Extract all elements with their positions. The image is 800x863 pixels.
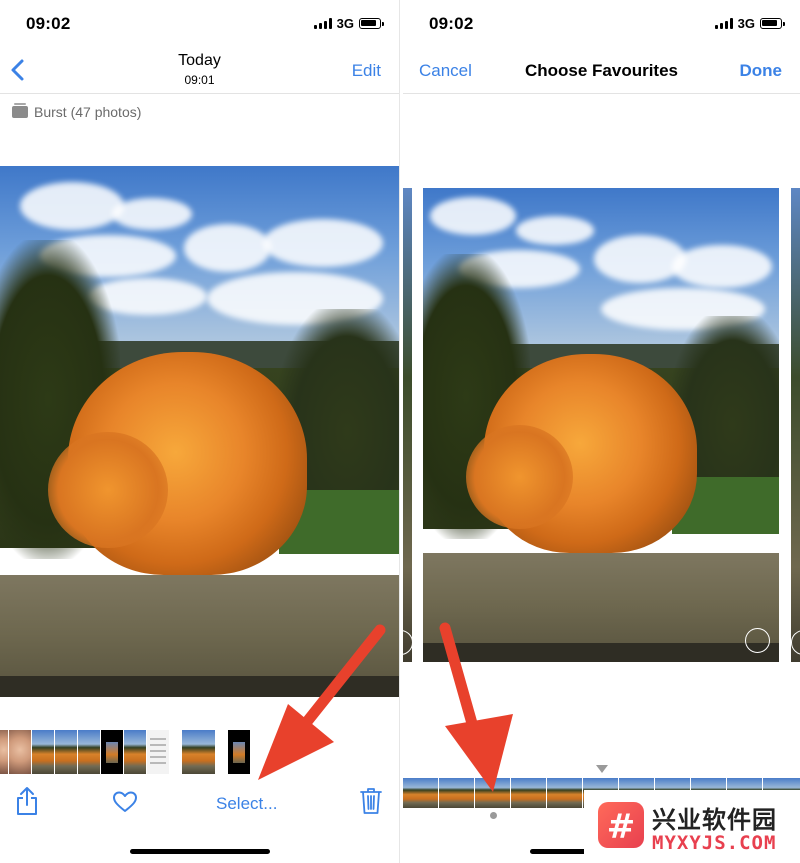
filmstrip-thumb[interactable] bbox=[439, 778, 474, 808]
filmstrip-thumb[interactable] bbox=[0, 730, 8, 774]
done-button[interactable]: Done bbox=[740, 61, 783, 81]
heart-icon[interactable] bbox=[112, 791, 138, 813]
nav-title: Today bbox=[178, 52, 221, 69]
watermark-logo: 兴业软件园 MYXYJS.COM bbox=[584, 790, 800, 863]
edit-button[interactable]: Edit bbox=[352, 61, 381, 81]
battery-icon bbox=[760, 18, 785, 29]
next-photo-edge[interactable] bbox=[791, 188, 800, 662]
photo-nav-bar: Today 09:01 Edit bbox=[0, 46, 399, 94]
signal-icon bbox=[714, 18, 733, 29]
burst-photo[interactable] bbox=[423, 188, 779, 662]
filmstrip-thumb[interactable] bbox=[547, 778, 582, 808]
choose-favourites-nav-bar: Cancel Choose Favourites Done bbox=[403, 46, 800, 94]
network-type: 3G bbox=[737, 16, 755, 31]
filmstrip-thumb[interactable] bbox=[32, 730, 54, 774]
filmstrip-thumb[interactable] bbox=[511, 778, 546, 808]
filmstrip-thumb[interactable] bbox=[124, 730, 146, 774]
watermark-icon bbox=[598, 802, 644, 848]
home-indicator bbox=[130, 849, 270, 854]
burst-filmstrip[interactable] bbox=[0, 730, 399, 774]
selection-dot bbox=[490, 812, 497, 819]
filmstrip-thumb[interactable] bbox=[78, 730, 100, 774]
burst-count-label: Burst (47 photos) bbox=[34, 104, 142, 120]
left-screen: 09:02 3G Today 09:01 Edit Burst (47 phot… bbox=[0, 0, 399, 863]
status-indicators: 3G bbox=[714, 16, 785, 31]
select-button[interactable]: Select... bbox=[216, 794, 277, 814]
main-photo[interactable] bbox=[0, 166, 399, 697]
right-screen: 09:02 3G Cancel Choose Favourites Done bbox=[403, 0, 800, 863]
previous-photo-edge[interactable] bbox=[403, 188, 412, 662]
status-time: 09:02 bbox=[429, 14, 474, 33]
filmstrip-thumb-current[interactable] bbox=[182, 730, 215, 774]
filmstrip-thumb[interactable] bbox=[403, 778, 438, 808]
watermark-url: MYXYJS.COM bbox=[652, 832, 777, 854]
filmstrip-thumb[interactable] bbox=[101, 730, 123, 774]
trash-icon[interactable] bbox=[360, 787, 382, 815]
filmstrip-thumb[interactable] bbox=[9, 730, 31, 774]
nav-subtitle: 09:01 bbox=[184, 73, 215, 87]
bottom-toolbar: Select... bbox=[0, 783, 399, 823]
filmstrip-thumb[interactable] bbox=[55, 730, 77, 774]
network-type: 3G bbox=[336, 16, 354, 31]
select-circle[interactable] bbox=[745, 628, 770, 653]
status-indicators: 3G bbox=[313, 16, 384, 31]
status-bar: 09:02 3G bbox=[403, 0, 800, 46]
status-time: 09:02 bbox=[26, 14, 71, 33]
watermark-chinese-text: 兴业软件园 bbox=[652, 806, 777, 834]
filmstrip-thumb[interactable] bbox=[475, 778, 510, 808]
status-bar: 09:02 3G bbox=[0, 0, 399, 46]
filmstrip-thumb[interactable] bbox=[147, 730, 169, 774]
burst-info: Burst (47 photos) bbox=[12, 103, 142, 120]
filmstrip-thumb[interactable] bbox=[228, 730, 250, 774]
current-position-indicator bbox=[596, 765, 608, 773]
battery-icon bbox=[359, 18, 384, 29]
burst-icon bbox=[12, 103, 28, 118]
share-icon[interactable] bbox=[16, 786, 38, 816]
signal-icon bbox=[313, 18, 332, 29]
